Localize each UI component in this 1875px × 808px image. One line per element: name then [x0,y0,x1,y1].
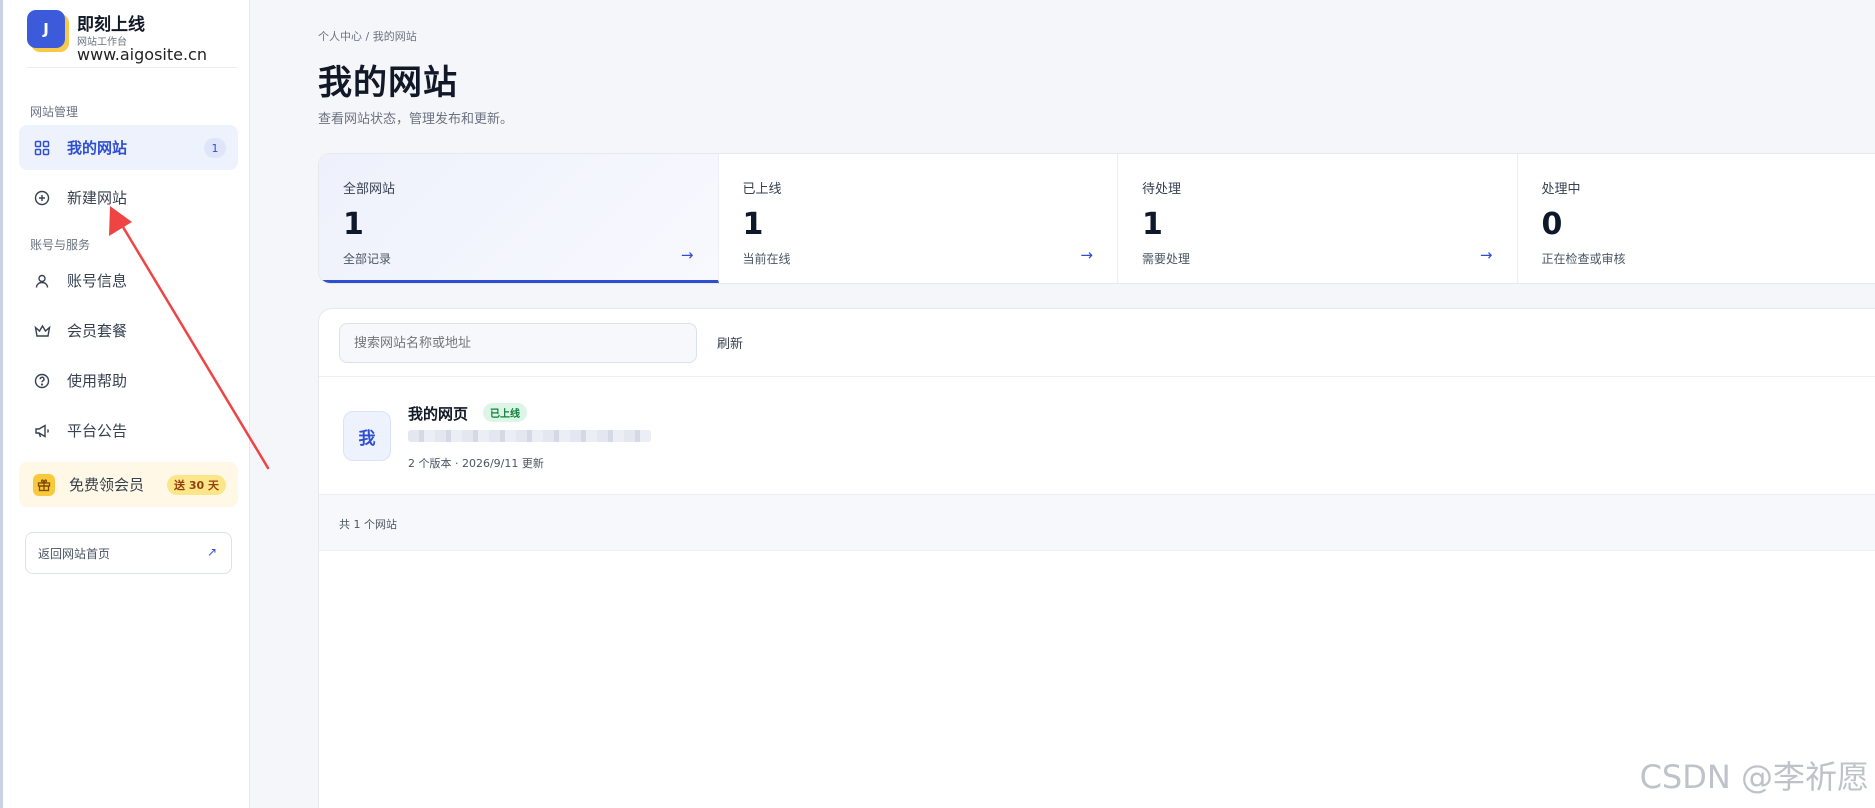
arrow-right-icon: → [1080,246,1093,264]
arrow-right-icon: → [680,246,694,264]
arrow-right-icon: → [1479,246,1493,264]
stat-label: 全部网站 [343,182,396,197]
stat-label: 已上线 [742,182,782,197]
refresh-button[interactable]: 刷新 [717,333,743,352]
stat-value: 1 [343,207,364,242]
watermark: CSDN @李祈愿 [1639,758,1869,796]
stat-value: 1 [742,207,764,242]
breadcrumb: 个人中心 / 我的网站 [318,30,417,43]
stat-value: 0 [1541,207,1563,242]
site-avatar: 我 [343,411,391,461]
stats-cards: 全部网站 1 全部记录 → 已上线 1 当前在线 → 待处理 1 需要处理 → … [318,153,1875,284]
stat-label: 待处理 [1142,182,1182,197]
stat-card-all[interactable]: 全部网站 1 全部记录 → [319,154,719,283]
stat-value: 1 [1142,207,1163,242]
stat-sub: 当前在线 [742,252,791,266]
stat-sub: 全部记录 [343,252,392,266]
stat-sub: 正在检查或审核 [1541,252,1626,266]
stat-card-pending[interactable]: 待处理 1 需要处理 → [1118,154,1518,283]
status-badge: 已上线 [483,403,527,422]
search-input[interactable] [339,323,697,363]
stat-card-online[interactable]: 已上线 1 当前在线 → [719,154,1118,283]
stat-sub: 需要处理 [1142,252,1191,266]
total-count: 共 1 个网站 [339,518,397,531]
page-description: 查看网站状态，管理发布和更新。 [318,112,514,127]
stat-label: 处理中 [1541,182,1581,197]
sites-footer: 共 1 个网站 [319,495,1875,551]
site-meta: 2 个版本 · 2026/9/11 更新 [408,457,544,470]
site-url-redacted [408,430,651,442]
page-title: 我的网站 [318,63,458,103]
sites-toolbar: 刷新 [319,309,1875,377]
table-row[interactable]: 我 我的网页 已上线 2 个版本 · 2026/9/11 更新 [319,377,1875,495]
stat-card-processing[interactable]: 处理中 0 正在检查或审核 → [1518,154,1875,283]
sites-panel: 刷新 我 我的网页 已上线 2 个版本 · 2026/9/11 更新 共 1 个… [318,308,1875,808]
site-name[interactable]: 我的网页 [408,403,468,424]
